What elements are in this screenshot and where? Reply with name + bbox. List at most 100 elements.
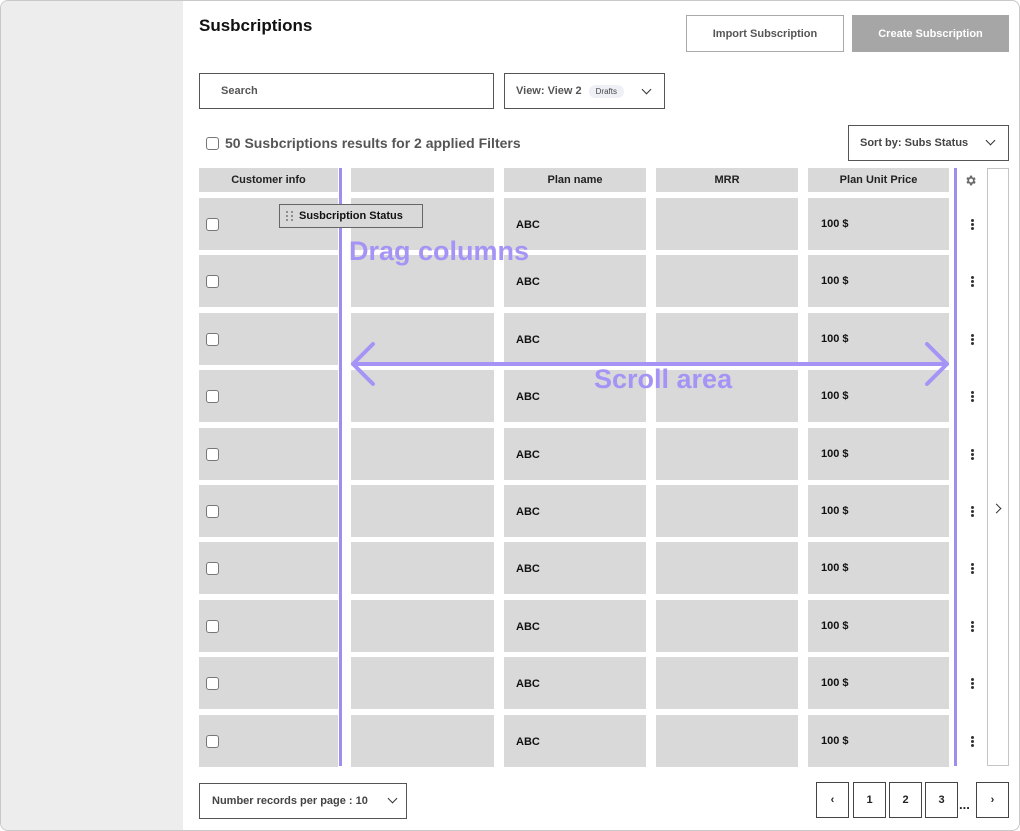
plan-name-value: ABC <box>516 391 540 404</box>
table-cell <box>351 657 494 710</box>
chevron-down-icon <box>641 84 652 95</box>
kebab-menu-icon[interactable] <box>971 276 974 288</box>
chevron-right-icon[interactable] <box>991 503 1002 514</box>
table-cell <box>656 427 798 480</box>
table-cell <box>199 427 338 480</box>
table-cell <box>656 542 798 595</box>
row-checkbox[interactable] <box>206 275 219 289</box>
results-count-text: 50 Susbcriptions results for 2 applied F… <box>225 135 521 151</box>
kebab-menu-icon[interactable] <box>971 448 974 460</box>
plan-unit-price-value: 100 $ <box>821 275 849 288</box>
kebab-menu-icon[interactable] <box>971 563 974 575</box>
create-subscription-button[interactable]: Create Subscription <box>852 15 1009 52</box>
column-header-plan-unit-price[interactable]: Plan Unit Price <box>808 168 949 192</box>
pagination-ellipsis: ... <box>959 797 970 812</box>
drag-boundary-line <box>339 168 342 766</box>
column-header-customer-info[interactable]: Customer info <box>199 168 338 192</box>
table-cell <box>351 714 494 767</box>
row-checkbox[interactable] <box>206 447 219 461</box>
view-select[interactable]: View: View 2 Drafts <box>504 73 665 109</box>
chevron-down-icon <box>985 135 996 146</box>
column-header-status[interactable] <box>351 168 494 192</box>
kebab-menu-icon[interactable] <box>971 333 974 345</box>
column-header-mrr[interactable]: MRR <box>656 168 798 192</box>
plan-unit-price-value: 100 $ <box>821 218 849 230</box>
import-subscription-button[interactable]: Import Subscription <box>686 15 844 52</box>
table-cell <box>199 312 338 365</box>
table-cell <box>351 599 494 652</box>
row-checkbox[interactable] <box>206 218 219 231</box>
dragged-column-chip[interactable]: Susbcription Status <box>279 204 423 228</box>
table-cell <box>199 657 338 710</box>
row-checkbox[interactable] <box>206 619 219 633</box>
column-header-plan-name[interactable]: Plan name <box>504 168 646 192</box>
results-summary: 50 Susbcriptions results for 2 applied F… <box>206 135 521 151</box>
table-cell <box>656 714 798 767</box>
plan-unit-price-value: 100 $ <box>821 562 849 575</box>
row-checkbox[interactable] <box>206 332 219 346</box>
pagination-next-button[interactable]: › <box>976 782 1009 818</box>
kebab-menu-icon[interactable] <box>971 620 974 632</box>
plan-name-value: ABC <box>516 448 540 461</box>
plan-unit-price-value: 100 $ <box>821 619 849 632</box>
table-cell <box>351 427 494 480</box>
table-cell <box>656 198 798 250</box>
gear-icon[interactable] <box>964 174 977 187</box>
pagination-page-2[interactable]: 2 <box>889 782 922 818</box>
plan-unit-price-value: 100 $ <box>821 505 849 517</box>
chevron-down-icon <box>387 793 398 804</box>
pagination-page-1[interactable]: 1 <box>853 782 886 818</box>
scroll-area-annotation: Scroll area <box>594 364 733 394</box>
plan-name-value: ABC <box>516 678 540 691</box>
per-page-label: Number records per page : 10 <box>212 795 368 807</box>
table-cell <box>199 485 338 537</box>
table-cell <box>199 599 338 652</box>
sidebar <box>1 1 183 830</box>
plan-name-value: ABC <box>516 506 540 518</box>
row-checkbox[interactable] <box>206 562 219 576</box>
kebab-menu-icon[interactable] <box>971 678 974 690</box>
table-cell <box>351 485 494 537</box>
kebab-menu-icon[interactable] <box>971 219 974 230</box>
kebab-menu-icon[interactable] <box>971 391 974 403</box>
plan-name-value: ABC <box>516 276 540 289</box>
table-cell <box>199 255 338 308</box>
kebab-menu-icon[interactable] <box>971 506 974 517</box>
drag-grip-icon[interactable] <box>286 211 293 221</box>
records-per-page-select[interactable]: Number records per page : 10 <box>199 783 407 819</box>
select-all-checkbox[interactable] <box>206 136 219 150</box>
scroll-boundary-line <box>954 168 957 766</box>
table-cell <box>656 657 798 710</box>
table-cell <box>199 370 338 423</box>
plan-name-value: ABC <box>516 620 540 633</box>
plan-unit-price-value: 100 $ <box>821 447 849 460</box>
app-frame: Susbcriptions Import Subscription Create… <box>0 0 1020 831</box>
search-field[interactable] <box>199 73 494 109</box>
table-cell <box>199 714 338 767</box>
sort-label: Sort by: Subs Status <box>860 137 969 149</box>
table-cell <box>656 599 798 652</box>
table-cell <box>199 542 338 595</box>
pagination-prev-button[interactable]: ‹ <box>816 782 849 818</box>
row-checkbox[interactable] <box>206 734 219 748</box>
kebab-menu-icon[interactable] <box>971 735 974 747</box>
plan-unit-price-value: 100 $ <box>821 677 849 690</box>
row-checkbox[interactable] <box>206 390 219 404</box>
table-cell <box>656 255 798 308</box>
dragged-column-label: Susbcription Status <box>299 210 403 222</box>
pagination-page-3[interactable]: 3 <box>925 782 958 818</box>
table-cell <box>656 485 798 537</box>
search-input[interactable] <box>221 85 471 97</box>
view-label: View: View 2 <box>516 85 582 97</box>
drag-columns-annotation: Drag columns <box>349 236 530 266</box>
plan-name-value: ABC <box>516 219 540 231</box>
row-checkbox[interactable] <box>206 505 219 518</box>
table-cell <box>351 542 494 595</box>
scroll-panel[interactable] <box>987 168 1009 766</box>
page-title: Susbcriptions <box>199 16 313 35</box>
plan-unit-price-value: 100 $ <box>821 734 849 747</box>
plan-name-value: ABC <box>516 735 540 748</box>
drafts-badge: Drafts <box>588 84 624 98</box>
sort-select[interactable]: Sort by: Subs Status <box>848 125 1009 161</box>
row-checkbox[interactable] <box>206 677 219 691</box>
